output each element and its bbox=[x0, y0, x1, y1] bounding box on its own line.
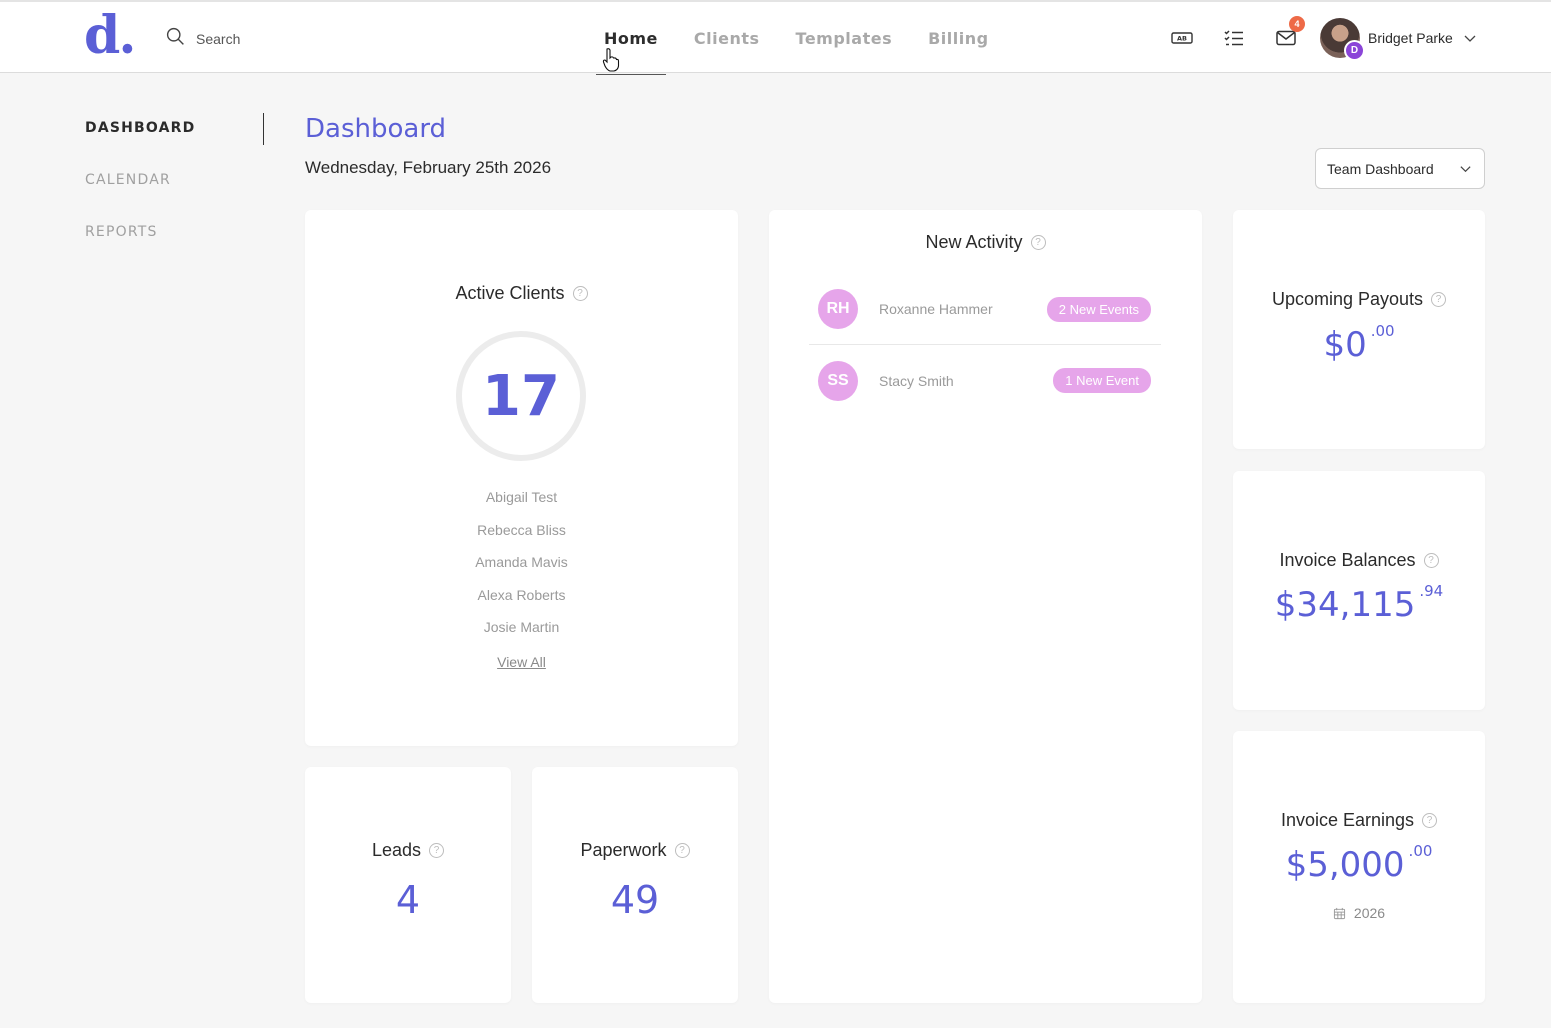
amount-main: $5,000 bbox=[1285, 845, 1405, 885]
header-icons: AB 4 bbox=[1170, 16, 1305, 50]
amount-main: $34,115 bbox=[1274, 585, 1416, 625]
card-header: Invoice Earnings ? bbox=[1233, 810, 1485, 831]
paperwork-card: Paperwork ? 49 bbox=[532, 767, 738, 1003]
user-menu[interactable]: D Bridget Parke bbox=[1320, 18, 1477, 61]
list-item[interactable]: Rebecca Bliss bbox=[477, 522, 566, 555]
chevron-down-icon bbox=[1460, 166, 1471, 173]
client-count: 17 bbox=[482, 363, 560, 429]
dashboard-select-value: Team Dashboard bbox=[1327, 160, 1434, 177]
card-header: Active Clients ? bbox=[305, 283, 738, 304]
card-header: Leads ? bbox=[305, 840, 511, 861]
nav-billing[interactable]: Billing bbox=[928, 2, 988, 74]
amount-cents: .00 bbox=[1370, 322, 1395, 340]
avatar[interactable]: D bbox=[1320, 18, 1365, 61]
search-icon[interactable] bbox=[165, 26, 186, 52]
activity-name[interactable]: Roxanne Hammer bbox=[879, 301, 1047, 317]
chevron-down-icon[interactable] bbox=[1463, 31, 1477, 45]
help-icon[interactable]: ? bbox=[572, 286, 588, 301]
hand-cursor-icon bbox=[602, 48, 620, 72]
sidebar-item-calendar[interactable]: CALENDAR bbox=[85, 164, 265, 196]
checklist-icon[interactable] bbox=[1222, 26, 1246, 50]
card-title: Invoice Earnings bbox=[1280, 810, 1415, 830]
new-activity-card: New Activity ? RH Roxanne Hammer 2 New E… bbox=[769, 210, 1202, 1003]
card-header: Upcoming Payouts ? bbox=[1233, 289, 1485, 310]
help-icon[interactable]: ? bbox=[1030, 235, 1046, 250]
leads-value[interactable]: 4 bbox=[305, 878, 511, 922]
invoice-earnings-card: Invoice Earnings ? $5,000 .00 2026 bbox=[1233, 731, 1485, 1003]
nav-templates[interactable]: Templates bbox=[796, 2, 893, 74]
view-all-link[interactable]: View All bbox=[497, 654, 546, 670]
sidebar-item-reports[interactable]: REPORTS bbox=[85, 216, 265, 248]
invoice-balances-card: Invoice Balances ? $34,115 .94 bbox=[1233, 471, 1485, 710]
sidebar-divider bbox=[263, 113, 264, 145]
help-icon[interactable]: ? bbox=[674, 843, 690, 858]
activity-row[interactable]: RH Roxanne Hammer 2 New Events bbox=[809, 274, 1161, 345]
card-title: Invoice Balances bbox=[1279, 550, 1416, 570]
card-header: New Activity ? bbox=[769, 232, 1202, 253]
top-navbar: d. Home Clients Templates Billing AB 4 D… bbox=[0, 0, 1551, 75]
amount-main: $0 bbox=[1323, 325, 1367, 365]
card-title: Active Clients bbox=[455, 283, 565, 303]
balances-amount[interactable]: $34,115 .94 bbox=[1233, 582, 1485, 625]
card-title: New Activity bbox=[925, 232, 1023, 252]
card-header: Paperwork ? bbox=[532, 840, 738, 861]
list-item[interactable]: Amanda Mavis bbox=[475, 554, 568, 587]
avatar: RH bbox=[818, 289, 858, 329]
search-box[interactable] bbox=[165, 26, 346, 52]
activity-name[interactable]: Stacy Smith bbox=[879, 373, 1053, 389]
amount-cents: .94 bbox=[1419, 582, 1444, 600]
year-selector[interactable]: 2026 bbox=[1233, 905, 1485, 921]
year-label: 2026 bbox=[1353, 905, 1386, 921]
amount-cents: .00 bbox=[1408, 842, 1433, 860]
payouts-amount[interactable]: $0 .00 bbox=[1233, 322, 1485, 365]
paperwork-value[interactable]: 49 bbox=[532, 878, 738, 922]
help-icon[interactable]: ? bbox=[1431, 292, 1447, 307]
list-item[interactable]: Josie Martin bbox=[484, 619, 559, 652]
card-title: Leads bbox=[371, 840, 422, 860]
sidebar: DASHBOARD CALENDAR REPORTS bbox=[85, 112, 265, 268]
activity-row[interactable]: SS Stacy Smith 1 New Event bbox=[809, 345, 1161, 416]
client-list: Abigail Test Rebecca Bliss Amanda Mavis … bbox=[305, 489, 738, 670]
nav-clients[interactable]: Clients bbox=[694, 2, 760, 74]
active-clients-card: Active Clients ? 17 Abigail Test Rebecca… bbox=[305, 210, 738, 746]
svg-text:AB: AB bbox=[1177, 34, 1187, 42]
events-badge[interactable]: 1 New Event bbox=[1053, 368, 1151, 393]
list-item[interactable]: Abigail Test bbox=[486, 489, 557, 522]
list-item[interactable]: Alexa Roberts bbox=[478, 587, 566, 620]
mail-icon[interactable]: 4 bbox=[1274, 16, 1305, 50]
ab-keyboard-icon[interactable]: AB bbox=[1170, 26, 1194, 50]
search-input[interactable] bbox=[196, 31, 346, 47]
notification-badge: 4 bbox=[1289, 16, 1305, 32]
card-title: Paperwork bbox=[580, 840, 667, 860]
help-icon[interactable]: ? bbox=[1423, 553, 1439, 568]
client-count-ring: 17 bbox=[456, 331, 586, 461]
main-nav: Home Clients Templates Billing bbox=[596, 2, 1025, 75]
card-title: Upcoming Payouts bbox=[1271, 289, 1424, 309]
card-header: Invoice Balances ? bbox=[1233, 550, 1485, 571]
events-badge[interactable]: 2 New Events bbox=[1046, 296, 1151, 322]
help-icon[interactable]: ? bbox=[1422, 813, 1438, 828]
earnings-amount[interactable]: $5,000 .00 bbox=[1233, 842, 1485, 885]
logo[interactable]: d. bbox=[84, 10, 136, 62]
dashboard-select[interactable]: Team Dashboard bbox=[1315, 148, 1485, 189]
avatar-badge: D bbox=[1344, 40, 1365, 61]
help-icon[interactable]: ? bbox=[429, 843, 445, 858]
user-name[interactable]: Bridget Parke bbox=[1368, 30, 1453, 46]
sidebar-item-dashboard[interactable]: DASHBOARD bbox=[85, 112, 265, 144]
calendar-icon bbox=[1333, 907, 1345, 919]
leads-card: Leads ? 4 bbox=[305, 767, 511, 1003]
avatar: SS bbox=[818, 360, 858, 401]
page-title: Dashboard bbox=[305, 114, 447, 144]
upcoming-payouts-card: Upcoming Payouts ? $0 .00 bbox=[1233, 210, 1485, 449]
page-date: Wednesday, February 25th 2026 bbox=[305, 158, 552, 177]
